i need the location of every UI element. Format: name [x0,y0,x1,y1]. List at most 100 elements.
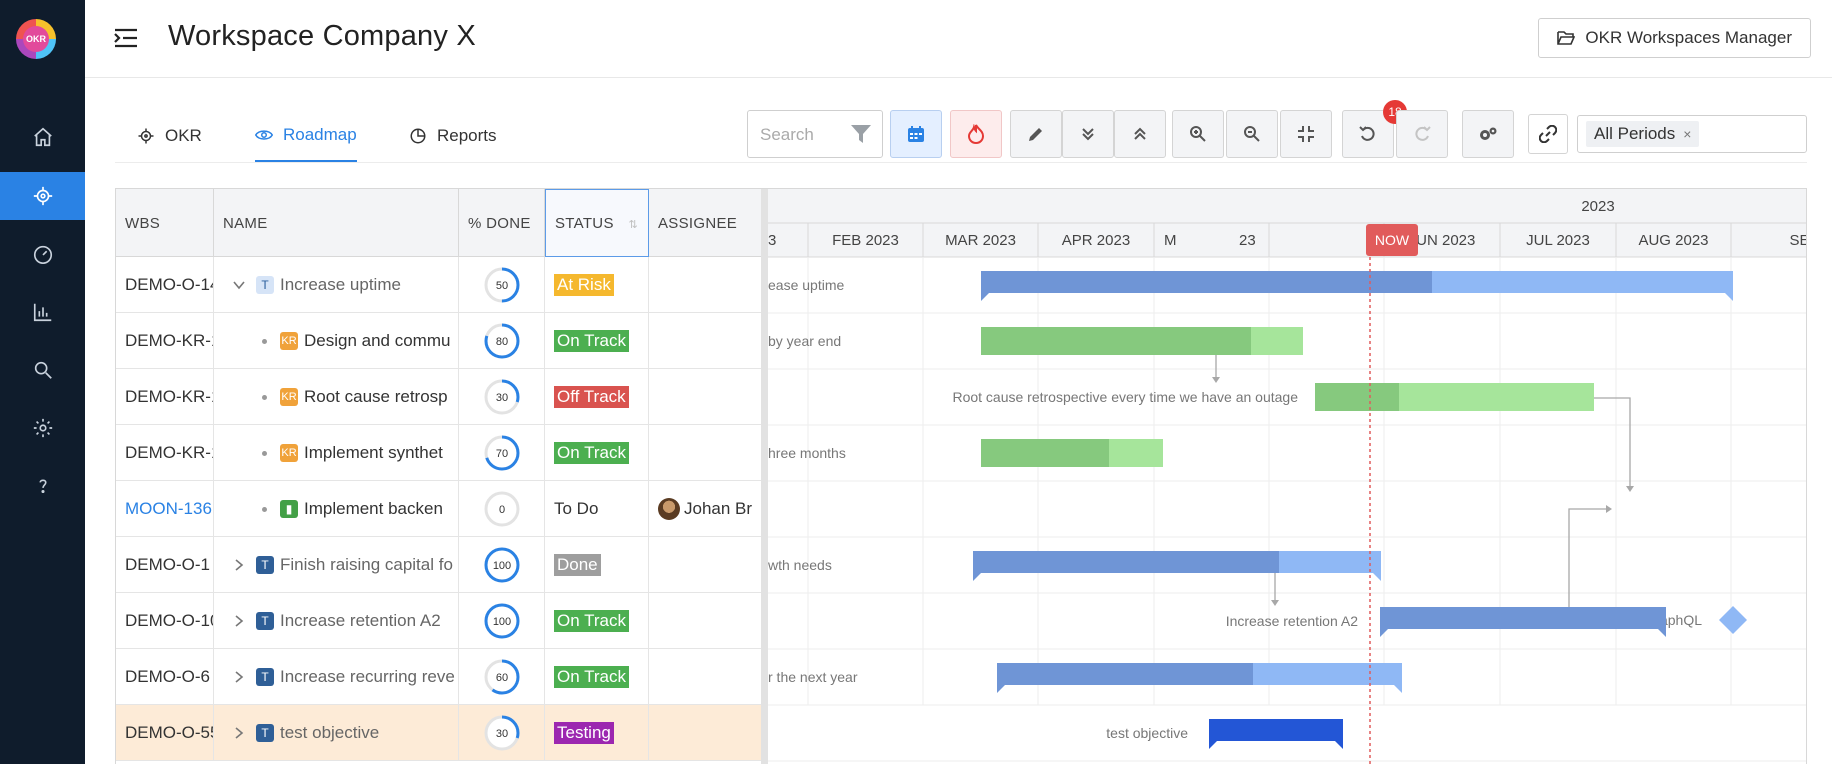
link-icon [1539,125,1557,143]
status-cell[interactable]: At Risk [545,257,649,313]
tree-bullet [262,507,267,512]
column-header-assignee[interactable]: ASSIGNEE [649,189,761,257]
table-row[interactable]: DEMO-O-14 T Increase uptime 50 At Risk [116,257,761,313]
folder-open-icon [1557,31,1576,45]
tab-okr[interactable]: OKR [137,110,202,162]
period-remove-icon[interactable]: × [1683,126,1691,142]
status-cell[interactable]: On Track [545,425,649,481]
name-cell[interactable]: T Finish raising capital fo [214,537,459,593]
chevron-right-icon[interactable] [232,558,246,572]
wbs-cell[interactable]: MOON-136 [116,481,214,537]
wbs-cell: DEMO-O-1 [116,537,214,593]
sidebar: OKR [0,0,85,764]
sidebar-item-settings[interactable] [0,404,85,452]
table-row[interactable]: DEMO-O-6 T Increase recurring reve 60 On Tra… [116,649,761,705]
table-row[interactable]: DEMO-O-10 T Increase retention A2 100 On Tra… [116,593,761,649]
status-cell[interactable]: To Do [545,481,649,537]
column-header-wbs[interactable]: WBS [116,189,214,257]
calendar-icon [908,126,924,142]
table-row[interactable]: MOON-136 ▮ Implement backen 0 To Do Johan Br [116,481,761,537]
percent-done-cell: 70 [459,425,545,481]
sidebar-item-home[interactable] [0,113,85,161]
assignee-cell[interactable] [649,425,761,481]
table-row[interactable]: DEMO-O-1 T Finish raising capital fo 100 Don… [116,537,761,593]
objective-icon: T [256,668,274,686]
gantt-bar-objective-progress [981,271,1432,293]
workspaces-manager-button[interactable]: OKR Workspaces Manager [1538,18,1811,58]
zoom-out-icon [1244,126,1260,142]
collapse-all-button[interactable] [1114,110,1166,158]
edit-button[interactable] [1010,110,1062,158]
status-cell[interactable]: Off Track [545,369,649,425]
name-cell[interactable]: ▮ Implement backen [214,481,459,537]
status-cell[interactable]: Done [545,537,649,593]
name-cell[interactable]: KR Design and commu [214,313,459,369]
status-cell[interactable]: On Track [545,593,649,649]
name-cell[interactable]: KR Root cause retrosp [214,369,459,425]
fit-to-screen-button[interactable] [1280,110,1332,158]
status-cell[interactable]: On Track [545,313,649,369]
assignee-cell[interactable]: Johan Br [649,481,761,537]
avatar [658,498,680,520]
status-cell[interactable]: Testing [545,705,649,761]
okr-logo[interactable]: OKR [16,19,56,59]
redo-button[interactable] [1396,110,1448,158]
bar-label: r the next year [768,669,858,685]
sort-icon[interactable]: ⇅ [628,218,638,231]
assignee-cell[interactable] [649,705,761,761]
critical-path-button[interactable] [950,110,1002,158]
sidebar-item-charts[interactable] [0,288,85,336]
percent-done-cell: 0 [459,481,545,537]
zoom-out-button[interactable] [1226,110,1278,158]
chevron-right-icon[interactable] [232,726,246,740]
name-cell[interactable]: Ttest objective [214,705,459,761]
item-name: Implement synthet [304,443,443,462]
search-input[interactable] [760,123,840,147]
chevron-right-icon[interactable] [232,614,246,628]
assignee-cell[interactable] [649,257,761,313]
percent-done-cell: 80 [459,313,545,369]
table-row[interactable]: DEMO-KR-1 KR Implement synthet 70 On Track [116,425,761,481]
column-header-done[interactable]: % DONE [459,189,545,257]
period-select[interactable]: All Periods × [1577,115,1807,153]
link-button[interactable] [1528,114,1568,154]
assignee-cell[interactable] [649,593,761,649]
column-header-name[interactable]: NAME [214,189,459,257]
assignee-cell[interactable] [649,369,761,425]
percent-done-cell: 50 [459,257,545,313]
progress-value: 70 [495,448,507,460]
status-badge: On Track [554,666,629,688]
gantt-bar-key-result-progress [1315,383,1399,411]
grid-gantt-splitter[interactable] [761,189,768,764]
sidebar-item-help[interactable] [0,462,85,510]
assignee-cell[interactable] [649,313,761,369]
help-icon [38,479,47,494]
calendar-button[interactable] [890,110,942,158]
expand-all-button[interactable] [1062,110,1114,158]
gantt-bar-objective-cap-left [997,685,1005,693]
filter-icon[interactable] [850,124,872,144]
menu-toggle-icon[interactable] [113,26,139,50]
tab-roadmap[interactable]: Roadmap [255,110,357,162]
assignee-cell[interactable] [649,649,761,705]
table-row[interactable]: DEMO-KR-1 KR Root cause retrosp 30 Off Track [116,369,761,425]
assignee-cell[interactable] [649,537,761,593]
settings-button[interactable] [1462,110,1514,158]
column-header-status[interactable]: STATUS ⇅ [545,189,649,257]
table-row[interactable]: DEMO-O-55 Ttest objective 30 Testing [116,705,761,761]
name-cell[interactable]: T Increase uptime [214,257,459,313]
name-cell[interactable]: KR Implement synthet [214,425,459,481]
zoom-in-button[interactable] [1172,110,1224,158]
sidebar-item-search[interactable] [0,346,85,394]
name-cell[interactable]: T Increase retention A2 [214,593,459,649]
progress-value: 100 [492,560,510,572]
sidebar-item-roadmap[interactable] [0,172,85,220]
sidebar-item-dashboard[interactable] [0,230,85,278]
chevron-down-icon[interactable] [232,278,246,292]
name-cell[interactable]: T Increase recurring reve [214,649,459,705]
table-row[interactable]: DEMO-KR-1 KR Design and commu 80 On Track [116,313,761,369]
gears-icon [1480,127,1497,140]
chevron-right-icon[interactable] [232,670,246,684]
status-cell[interactable]: On Track [545,649,649,705]
tab-reports[interactable]: Reports [409,110,497,162]
